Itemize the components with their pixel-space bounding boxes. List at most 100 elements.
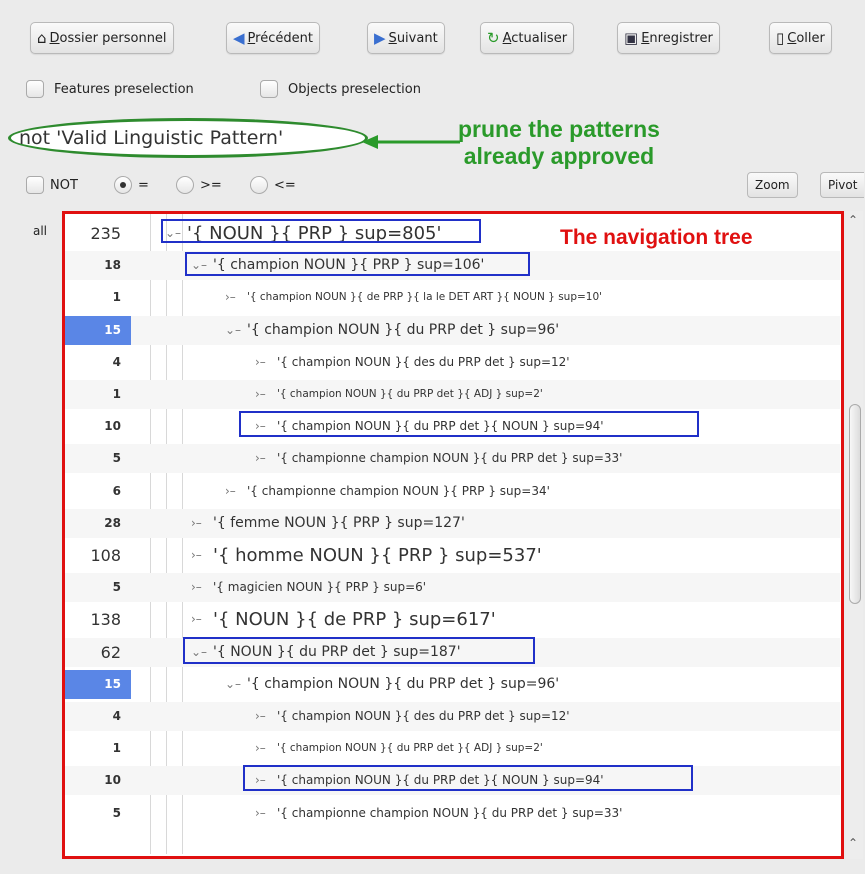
row-count: 5	[112, 580, 121, 595]
eq-option[interactable]: =	[114, 176, 149, 194]
row-count: 5	[112, 805, 121, 820]
objects-preselection-checkbox[interactable]	[260, 80, 278, 98]
row-count: 62	[100, 642, 121, 662]
all-tab[interactable]: all	[22, 216, 58, 246]
expand-icon[interactable]: ›–	[191, 605, 202, 634]
annotation-arrow	[362, 135, 460, 149]
pivot-button[interactable]: Pivot	[820, 172, 865, 198]
collapse-icon[interactable]: ⌄–	[225, 670, 241, 699]
tree-row[interactable]: 108 ›– '{ homme NOUN }{ PRP } sup=537'	[65, 541, 840, 570]
row-count: 4	[112, 354, 121, 369]
expand-icon[interactable]: ›–	[255, 734, 266, 763]
prune-annotation: prune the patterns already approved	[458, 116, 660, 169]
not-checkbox[interactable]	[26, 176, 44, 194]
tree-row[interactable]: 15 ⌄– '{ champion NOUN }{ du PRP det } sup…	[65, 669, 840, 699]
pattern-label: '{ champion NOUN }{ du PRP det } sup=96'	[247, 321, 560, 338]
row-count: 28	[104, 515, 121, 530]
row-count: 138	[90, 610, 121, 630]
tree-row[interactable]: 18 ⌄– '{ champion NOUN }{ PRP } sup=106'	[65, 251, 840, 281]
highlight-box	[183, 636, 535, 664]
scroll-down-icon[interactable]: ⌃	[848, 836, 858, 850]
row-count: 10	[104, 773, 121, 788]
tree-row[interactable]: 4 ›– '{ champion NOUN }{ des du PRP det } …	[65, 348, 840, 377]
tree-row[interactable]: 28 ›– '{ femme NOUN }{ PRP } sup=127'	[65, 508, 840, 538]
tree-row[interactable]: 6 ›– '{ championne champion NOUN }{ PRP } …	[65, 477, 840, 506]
tree-row[interactable]: 1 ›– '{ champion NOUN }{ du PRP det }{ ADJ…	[65, 734, 840, 763]
refresh-button[interactable]: ↻ Actualiser	[480, 22, 575, 54]
row-count: 15	[65, 315, 131, 345]
save-icon: ▣	[624, 28, 639, 47]
row-count: 1	[112, 387, 121, 401]
pattern-label: '{ champion NOUN }{ du PRP det }{ ADJ } …	[277, 742, 543, 755]
tree-row[interactable]: 1 ›– '{ champion NOUN }{ du PRP det }{ ADJ…	[65, 380, 840, 409]
tree-row[interactable]: 5 ›– '{ championne champion NOUN }{ du PRP…	[65, 799, 840, 828]
tree-row[interactable]: 62 ⌄– '{ NOUN }{ du PRP det } sup=187'	[65, 636, 840, 667]
expand-icon[interactable]: ›–	[225, 477, 236, 506]
row-count: 1	[112, 741, 121, 756]
tree-row[interactable]: 10 ›– '{ champion NOUN }{ du PRP det }{ NO…	[65, 765, 840, 796]
row-count: 18	[104, 258, 121, 273]
expand-icon[interactable]: ›–	[255, 702, 266, 731]
row-count: 10	[104, 419, 121, 434]
forward-arrow-icon: ▶	[374, 28, 386, 47]
collapse-icon[interactable]: ⌄–	[225, 316, 241, 345]
highlight-box	[185, 252, 530, 277]
tree-row[interactable]: 138 ›– '{ NOUN }{ de PRP } sup=617'	[65, 605, 840, 634]
lte-option[interactable]: <=	[250, 176, 296, 194]
pattern-label: '{ magicien NOUN }{ PRP } sup=6'	[213, 580, 427, 595]
expand-icon[interactable]: ›–	[191, 573, 202, 602]
pattern-label: '{ championne champion NOUN }{ du PRP de…	[277, 805, 623, 820]
not-option[interactable]: NOT	[26, 176, 78, 194]
eq-radio[interactable]	[114, 176, 132, 194]
row-count: 108	[90, 546, 121, 565]
row-count: 1	[112, 290, 121, 305]
pattern-label: '{ champion NOUN }{ des du PRP det } sup…	[277, 354, 570, 369]
expand-icon[interactable]: ›–	[255, 380, 266, 409]
lte-radio[interactable]	[250, 176, 268, 194]
expand-icon[interactable]: ›–	[255, 799, 266, 828]
scrollbar-thumb[interactable]	[849, 404, 861, 604]
expand-icon[interactable]: ›–	[225, 283, 236, 312]
features-preselection[interactable]: Features preselection	[26, 80, 194, 98]
tree-row[interactable]: 4 ›– '{ champion NOUN }{ des du PRP det } …	[65, 702, 840, 731]
tree-row[interactable]: 10 ›– '{ champion NOUN }{ du PRP det }{ NO…	[65, 411, 840, 441]
highlight-box	[161, 219, 481, 243]
paste-button[interactable]: ▯ Coller	[769, 22, 832, 54]
pattern-label: '{ homme NOUN }{ PRP } sup=537'	[213, 545, 542, 566]
gte-radio[interactable]	[176, 176, 194, 194]
forward-button[interactable]: ▶ Suivant	[367, 22, 445, 54]
home-button[interactable]: ⌂ Dossier personnel	[30, 22, 174, 54]
row-count: 6	[112, 483, 121, 498]
pattern-label: '{ championne champion NOUN }{ du PRP de…	[277, 451, 623, 466]
pattern-label: '{ champion NOUN }{ du PRP det }{ ADJ } …	[277, 388, 543, 400]
save-button[interactable]: ▣ Enregistrer	[617, 22, 720, 54]
back-arrow-icon: ◀	[233, 28, 245, 47]
tree-row[interactable]: 15 ⌄– '{ champion NOUN }{ du PRP det } sup…	[65, 315, 840, 345]
back-button[interactable]: ◀ Précédent	[226, 22, 320, 54]
tree-row[interactable]: 1 ›– '{ champion NOUN }{ de PRP }{ la le D…	[65, 283, 840, 312]
scroll-up-icon[interactable]: ⌃	[848, 213, 858, 227]
tree-row[interactable]: 5 ›– '{ championne champion NOUN }{ du PRP…	[65, 444, 840, 474]
home-icon: ⌂	[37, 28, 47, 47]
expand-icon[interactable]: ›–	[191, 509, 202, 538]
row-count: 235	[90, 224, 121, 243]
pattern-label: '{ femme NOUN }{ PRP } sup=127'	[213, 514, 465, 531]
tree-row[interactable]: 5 ›– '{ magicien NOUN }{ PRP } sup=6'	[65, 573, 840, 603]
filter-input[interactable]: not 'Valid Linguistic Pattern'	[8, 118, 368, 158]
gte-option[interactable]: >=	[176, 176, 222, 194]
navigation-tree-title: The navigation tree	[560, 226, 753, 249]
pattern-label: '{ champion NOUN }{ du PRP det } sup=96'	[247, 675, 560, 692]
toolbar: ⌂ Dossier personnel ◀ Précédent ▶ Suivan…	[14, 16, 865, 62]
refresh-icon: ↻	[487, 28, 500, 47]
features-preselection-checkbox[interactable]	[26, 80, 44, 98]
row-count: 5	[112, 451, 121, 466]
pattern-label: '{ champion NOUN }{ de PRP }{ la le DET …	[247, 291, 603, 304]
expand-icon[interactable]: ›–	[255, 348, 266, 377]
highlight-box	[243, 765, 693, 792]
expand-icon[interactable]: ›–	[191, 541, 202, 570]
objects-preselection[interactable]: Objects preselection	[260, 80, 421, 98]
row-count: 4	[112, 709, 121, 723]
zoom-button[interactable]: Zoom	[747, 172, 798, 198]
expand-icon[interactable]: ›–	[255, 444, 266, 473]
row-count: 15	[65, 669, 131, 699]
